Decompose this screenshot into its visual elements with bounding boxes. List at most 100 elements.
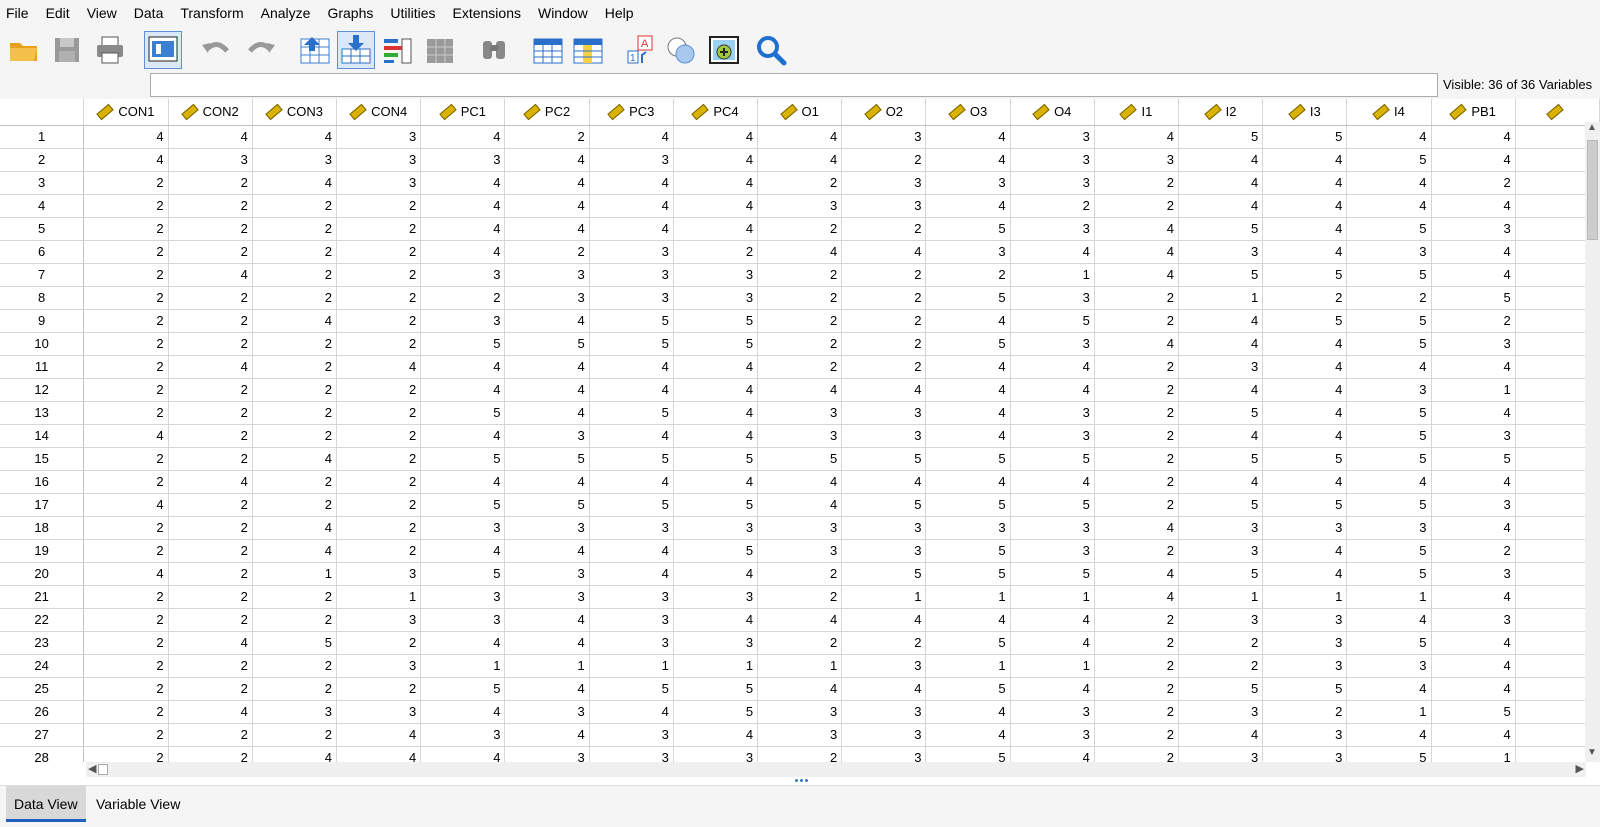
data-cell[interactable]: 2 — [252, 401, 338, 425]
data-cell[interactable]: 1 — [1010, 654, 1095, 678]
data-cell[interactable]: 3 — [1178, 700, 1264, 724]
data-cell[interactable]: 2 — [1094, 194, 1180, 218]
data-cell[interactable]: 2 — [83, 378, 169, 402]
data-cell[interactable]: 5 — [1178, 447, 1264, 471]
data-cell[interactable]: 4 — [1346, 355, 1432, 379]
data-cell[interactable]: 5 — [1262, 125, 1348, 149]
data-cell[interactable]: 3 — [504, 746, 590, 762]
data-cell[interactable]: 2 — [168, 217, 253, 241]
data-cell[interactable]: 5 — [1346, 148, 1432, 172]
data-cell[interactable]: 2 — [1431, 171, 1516, 195]
data-cell[interactable]: 2 — [757, 355, 843, 379]
data-cell[interactable]: 4 — [83, 125, 169, 149]
data-cell[interactable]: 4 — [504, 148, 590, 172]
data-cell[interactable]: 2 — [1094, 401, 1180, 425]
data-cell[interactable]: 4 — [420, 424, 506, 448]
data-cell[interactable]: 2 — [252, 608, 338, 632]
data-cell[interactable]: 4 — [1262, 378, 1348, 402]
data-cell[interactable]: 1 — [1346, 585, 1432, 609]
data-cell[interactable]: 4 — [1178, 424, 1264, 448]
data-cell[interactable]: 1 — [1431, 378, 1516, 402]
data-cell[interactable]: 3 — [1262, 631, 1348, 655]
row-number[interactable]: 4 — [0, 194, 85, 218]
data-cell[interactable]: 1 — [1431, 746, 1516, 762]
data-cell[interactable]: 1 — [1346, 700, 1432, 724]
data-cell[interactable]: 5 — [673, 309, 759, 333]
data-cell[interactable]: 5 — [1346, 332, 1432, 356]
data-cell[interactable]: 1 — [1262, 585, 1348, 609]
column-header[interactable]: O4 — [1010, 99, 1095, 126]
row-number[interactable]: 16 — [0, 470, 85, 494]
data-cell[interactable]: 3 — [336, 608, 422, 632]
data-cell[interactable]: 2 — [83, 585, 169, 609]
data-cell[interactable]: 2 — [252, 240, 338, 264]
data-cell[interactable]: 5 — [757, 447, 843, 471]
data-cell[interactable]: 4 — [589, 700, 674, 724]
data-cell[interactable]: 2 — [336, 677, 422, 701]
data-cell[interactable]: 4 — [589, 539, 674, 563]
data-cell[interactable]: 2 — [252, 286, 338, 310]
data-cell[interactable]: 5 — [1346, 217, 1432, 241]
data-cell[interactable]: 3 — [841, 723, 927, 747]
row-number[interactable]: 14 — [0, 424, 85, 448]
data-cell[interactable]: 4 — [1346, 194, 1432, 218]
data-cell[interactable]: 2 — [83, 677, 169, 701]
data-cell[interactable]: 4 — [925, 355, 1011, 379]
data-cell[interactable]: 5 — [1262, 447, 1348, 471]
data-cell[interactable]: 5 — [673, 539, 759, 563]
data-cell[interactable]: 2 — [252, 424, 338, 448]
data-cell[interactable]: 4 — [673, 171, 759, 195]
data-cell[interactable]: 5 — [420, 401, 506, 425]
data-cell[interactable]: 5 — [420, 447, 506, 471]
data-cell[interactable]: 3 — [925, 240, 1011, 264]
data-cell[interactable]: 2 — [336, 217, 422, 241]
data-cell[interactable]: 2 — [336, 286, 422, 310]
data-cell[interactable]: 2 — [336, 309, 422, 333]
data-cell[interactable]: 2 — [168, 677, 253, 701]
menu-analyze[interactable]: Analyze — [255, 0, 322, 27]
data-cell[interactable]: 3 — [757, 194, 843, 218]
data-cell[interactable]: 2 — [83, 516, 169, 540]
data-cell[interactable]: 4 — [1346, 470, 1432, 494]
horizontal-scrollbar[interactable]: ◀ ▶ — [86, 762, 1586, 777]
data-cell[interactable]: 2 — [1178, 654, 1264, 678]
data-cell[interactable]: 4 — [252, 516, 338, 540]
data-cell[interactable]: 4 — [168, 355, 253, 379]
column-header[interactable]: PC1 — [420, 99, 506, 126]
data-cell[interactable]: 2 — [252, 378, 338, 402]
data-cell[interactable]: 2 — [83, 194, 169, 218]
data-cell[interactable]: 3 — [420, 263, 506, 287]
menu-help[interactable]: Help — [599, 0, 645, 27]
data-cell[interactable]: 4 — [1431, 148, 1516, 172]
data-cell[interactable]: 2 — [1094, 355, 1180, 379]
data-cell[interactable]: 4 — [336, 355, 422, 379]
data-cell[interactable]: 3 — [1010, 516, 1095, 540]
data-cell[interactable]: 2 — [336, 470, 422, 494]
data-cell[interactable]: 2 — [168, 447, 253, 471]
data-cell[interactable]: 2 — [1094, 723, 1180, 747]
data-cell[interactable]: 4 — [1010, 470, 1095, 494]
data-cell[interactable]: 2 — [841, 286, 927, 310]
data-cell[interactable]: 4 — [252, 539, 338, 563]
data-cell[interactable]: 4 — [1010, 240, 1095, 264]
data-cell[interactable]: 2 — [83, 723, 169, 747]
data-cell[interactable]: 3 — [1094, 148, 1180, 172]
split-file-icon[interactable]: A1 — [622, 31, 660, 69]
row-number[interactable]: 15 — [0, 447, 85, 471]
data-cell[interactable]: 3 — [1178, 516, 1264, 540]
data-cell[interactable]: 4 — [1010, 631, 1095, 655]
column-header[interactable]: PC3 — [589, 99, 674, 126]
data-cell[interactable]: 2 — [1094, 539, 1180, 563]
data-cell[interactable]: 4 — [420, 125, 506, 149]
row-number[interactable]: 25 — [0, 677, 85, 701]
data-cell[interactable]: 4 — [1346, 677, 1432, 701]
data-cell[interactable]: 4 — [504, 309, 590, 333]
data-cell[interactable]: 2 — [1431, 309, 1516, 333]
data-cell[interactable]: 4 — [1431, 516, 1516, 540]
data-cell[interactable]: 3 — [841, 424, 927, 448]
data-cell[interactable]: 5 — [673, 493, 759, 517]
data-cell[interactable]: 4 — [1262, 217, 1348, 241]
redo-icon[interactable] — [242, 31, 280, 69]
weight-cases-icon[interactable] — [662, 31, 700, 69]
data-cell[interactable]: 2 — [1094, 746, 1180, 762]
